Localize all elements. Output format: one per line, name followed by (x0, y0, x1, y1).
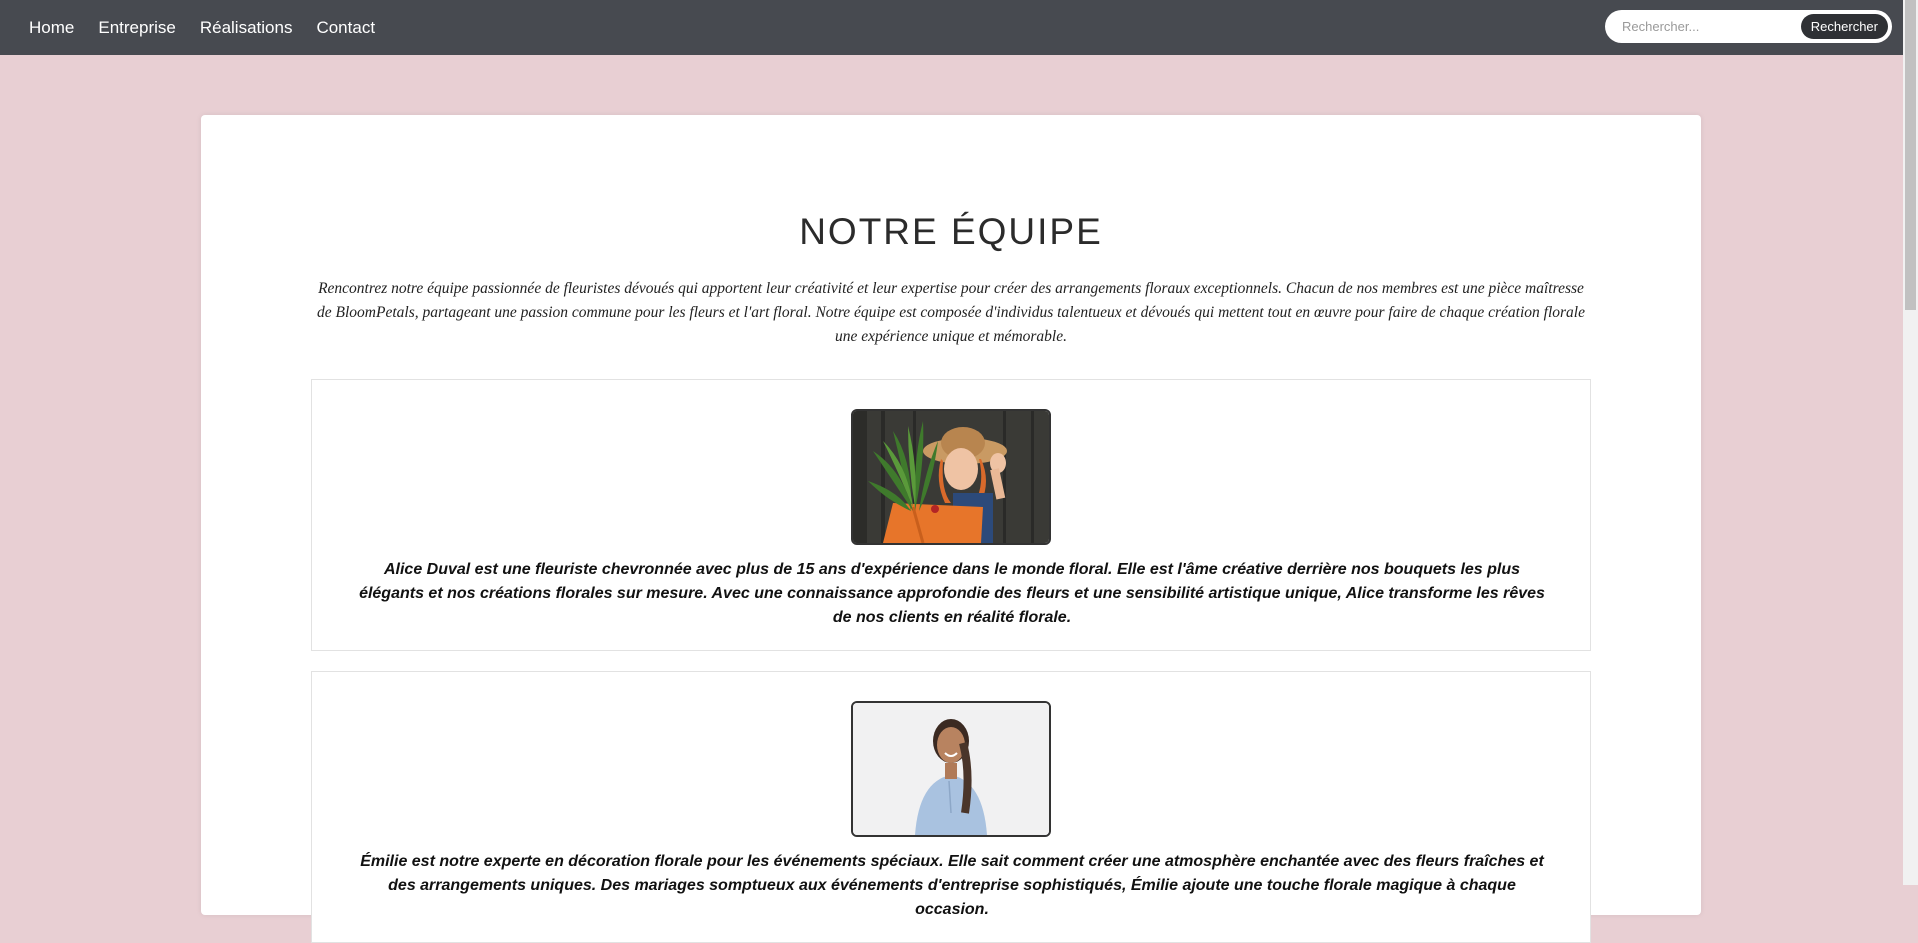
team-member-card: Émilie est notre experte en décoration f… (311, 671, 1591, 943)
member-bio: Émilie est notre experte en décoration f… (360, 853, 1544, 918)
nav-entreprise-link[interactable]: Entreprise (98, 18, 175, 38)
team-intro: Rencontrez notre équipe passionnée de fl… (317, 280, 1585, 345)
nav-home-link[interactable]: Home (29, 18, 74, 38)
scrollbar-thumb[interactable] (1905, 0, 1916, 310)
search-button[interactable]: Rechercher (1800, 14, 1888, 39)
team-card: NOTRE ÉQUIPE Rencontrez notre équipe pas… (201, 115, 1701, 943)
search-form: Rechercher (1605, 10, 1892, 43)
member-photo-alice (851, 409, 1051, 545)
main-nav: Home Entreprise Réalisations Contact (29, 18, 375, 38)
member-bio: Alice Duval est une fleuriste chevronnée… (359, 561, 1545, 626)
team-member-card: Alice Duval est une fleuriste chevronnée… (311, 379, 1591, 651)
page-title: NOTRE ÉQUIPE (799, 211, 1103, 252)
member-photo-emilie (851, 701, 1051, 837)
nav-contact-link[interactable]: Contact (316, 18, 375, 38)
page-scrollbar[interactable] (1903, 0, 1918, 885)
nav-realisations-link[interactable]: Réalisations (200, 18, 293, 38)
search-input[interactable] (1620, 18, 1794, 35)
top-navbar: Home Entreprise Réalisations Contact Rec… (0, 0, 1903, 55)
